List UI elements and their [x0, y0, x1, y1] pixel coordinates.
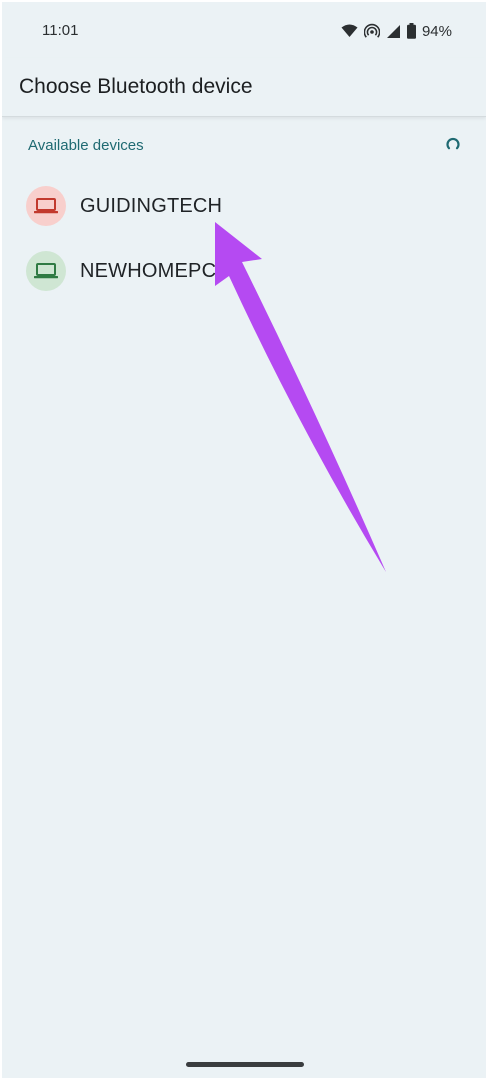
- device-icon-circle: [26, 186, 66, 226]
- page-title: Choose Bluetooth device: [19, 75, 253, 98]
- gesture-navigation-handle[interactable]: [186, 1062, 304, 1067]
- status-bar: 11:01 94%: [2, 2, 486, 58]
- device-name: GUIDINGTECH: [80, 194, 223, 217]
- device-row-newhomepc[interactable]: NEWHOMEPC: [2, 239, 486, 303]
- available-devices-header: Available devices: [28, 137, 144, 154]
- laptop-icon: [34, 198, 58, 214]
- signal-icon: [386, 24, 400, 38]
- status-time: 11:01: [42, 22, 79, 39]
- wifi-icon: [341, 24, 358, 37]
- device-name: NEWHOMEPC: [80, 259, 217, 282]
- battery-percentage: 94%: [421, 22, 452, 40]
- bluetooth-device-picker-screen: 11:01 94% Choose Bluetooth device Availa…: [2, 2, 486, 1078]
- device-row-guidingtech[interactable]: GUIDINGTECH: [2, 174, 486, 238]
- battery-icon: [406, 23, 416, 39]
- device-icon-circle: [26, 251, 66, 291]
- loading-spinner-icon: [446, 137, 460, 150]
- hotspot-icon: [363, 23, 380, 38]
- laptop-icon: [34, 263, 58, 279]
- app-bar: Choose Bluetooth device: [2, 58, 486, 117]
- status-icons: 94%: [341, 20, 452, 42]
